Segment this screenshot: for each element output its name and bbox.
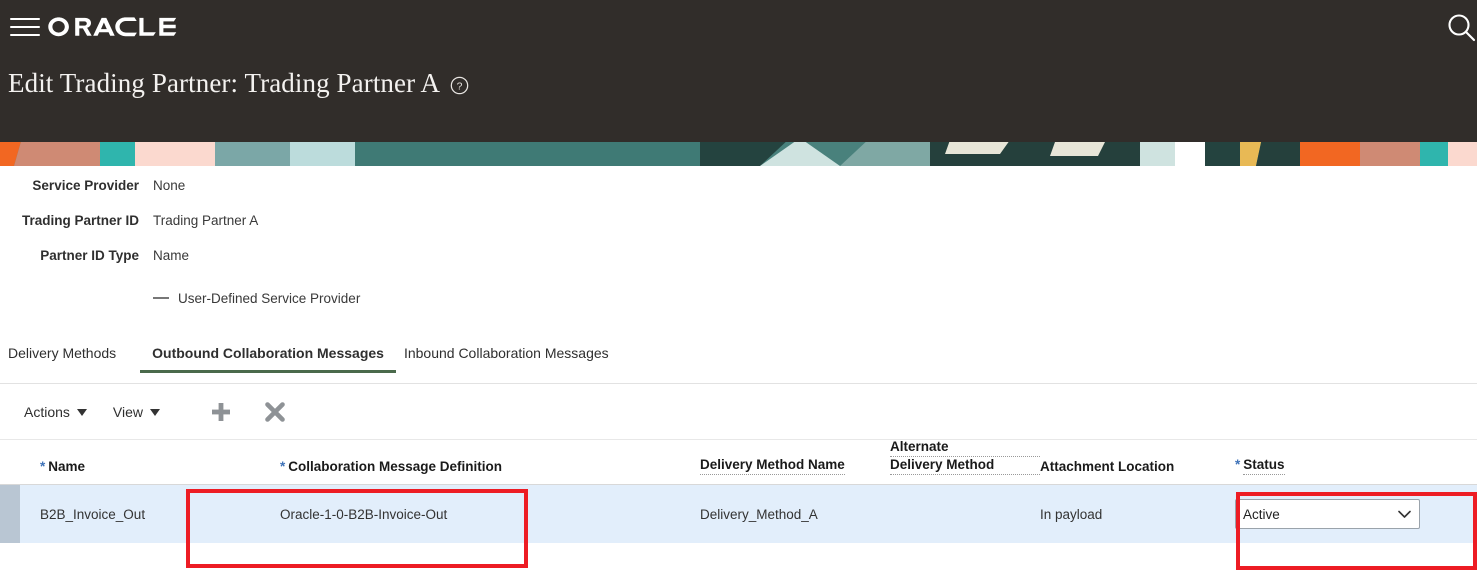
column-header-name[interactable]: * Name [20,459,220,484]
required-asterisk: * [280,459,286,475]
column-header-label: Attachment Location [1040,459,1175,475]
help-circle-icon[interactable]: ? [450,76,469,95]
page-title-row: Edit Trading Partner: Trading Partner A … [8,68,469,99]
user-defined-service-provider-label: User-Defined Service Provider [178,290,361,306]
field-value: Name [153,248,190,263]
column-header-label: Collaboration Message Definition [288,459,503,475]
column-header-label: Name [48,459,86,475]
plus-icon [212,402,231,421]
chevron-down-icon [76,409,87,416]
collaboration-tabs: Delivery Methods Outbound Collaboration … [0,345,1477,377]
cell-name[interactable]: B2B_Invoice_Out [20,507,220,522]
column-header-delivery-method-name[interactable]: Delivery Method Name [700,457,890,484]
row-selector-indicator[interactable] [0,485,20,543]
field-value: Trading Partner A [153,213,259,228]
actions-menu-label: Actions [24,403,70,420]
tab-delivery-methods[interactable]: Delivery Methods [8,345,130,373]
cell-attachment-location[interactable]: In payload [1040,507,1235,522]
field-row-partner-id-type: Partner ID Type Name [0,246,1477,281]
page-title: Edit Trading Partner: Trading Partner A [8,68,441,98]
trading-partner-details: Service Provider None Trading Partner ID… [0,176,1477,315]
view-menu[interactable]: View [112,403,161,420]
status-select[interactable]: Active [1235,499,1420,529]
field-label: Partner ID Type [40,248,139,263]
cell-delivery-method-name[interactable]: Delivery_Method_A [700,507,890,522]
field-row-service-provider: Service Provider None [0,176,1477,211]
column-header-status[interactable]: * Status [1235,457,1455,484]
outbound-collaboration-messages-panel: Actions View * Name * Collaboration Mess… [0,383,1477,573]
actions-menu[interactable]: Actions [24,404,87,420]
column-header-label-line2: Delivery Method [890,457,1040,475]
oracle-logo [48,17,177,37]
tab-outbound-collaboration-messages[interactable]: Outbound Collaboration Messages [140,345,396,373]
table-row[interactable]: B2B_Invoice_Out Oracle-1-0-B2B-Invoice-O… [0,485,1477,543]
field-row-trading-partner-id: Trading Partner ID Trading Partner A [0,211,1477,246]
collaboration-messages-table: * Name * Collaboration Message Definition … [0,439,1477,543]
status-select-value: Active [1243,506,1280,522]
global-header: Edit Trading Partner: Trading Partner A … [0,0,1477,138]
add-row-button[interactable] [210,401,232,423]
chevron-down-icon [1398,510,1411,518]
cross-icon [265,401,285,422]
user-defined-service-provider-row: User-Defined Service Provider [0,281,1477,315]
svg-text:?: ? [457,81,463,92]
hamburger-menu-icon[interactable] [8,15,42,39]
cell-status: Active [1235,499,1455,529]
column-header-alternate-delivery-method[interactable]: Alternate Delivery Method [890,439,1040,484]
chevron-down-icon [150,409,161,416]
decorative-banner-image [0,138,1477,166]
required-asterisk: * [40,459,46,475]
column-header-label: Delivery Method Name [700,457,845,475]
column-header-attachment-location[interactable]: Attachment Location [1040,459,1235,484]
column-header-collaboration-message-definition[interactable]: * Collaboration Message Definition [220,459,700,484]
field-label: Service Provider [32,178,139,193]
column-header-label-line1: Alternate [890,439,1040,458]
table-toolbar: Actions View [0,384,1477,439]
oracle-edit-trading-partner-page: Edit Trading Partner: Trading Partner A … [0,0,1477,573]
search-icon[interactable] [1439,8,1477,48]
delete-row-button[interactable] [264,401,286,423]
view-menu-label: View [112,403,144,420]
column-header-label: Status [1243,457,1285,475]
field-label: Trading Partner ID [21,213,139,228]
user-defined-service-provider-checkbox[interactable] [153,292,170,305]
cell-collaboration-message-definition[interactable]: Oracle-1-0-B2B-Invoice-Out [220,507,700,522]
required-asterisk: * [1235,457,1241,473]
tab-inbound-collaboration-messages[interactable]: Inbound Collaboration Messages [404,345,623,373]
field-value: None [153,178,186,193]
table-header-row: * Name * Collaboration Message Definition … [0,439,1477,485]
